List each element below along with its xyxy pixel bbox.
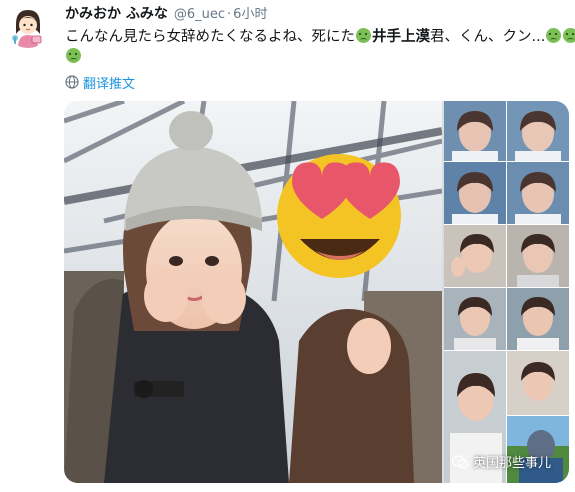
collage-tile — [507, 162, 569, 224]
translate-label: 翻译推文 — [83, 76, 136, 92]
collage-tile — [507, 416, 569, 483]
display-name[interactable]: かみおか ふみな — [65, 6, 168, 22]
globe-icon — [65, 75, 79, 89]
collage-tile — [507, 225, 569, 287]
translate-tweet-link[interactable]: 翻译推文 — [65, 73, 136, 92]
sick-face-emoji-icon — [563, 28, 575, 43]
watermark-text: 英国那些事儿 — [472, 456, 551, 471]
avatar[interactable] — [6, 4, 50, 48]
collage-tile — [507, 351, 569, 415]
main-photo[interactable] — [64, 101, 442, 483]
avatar-illustration — [6, 4, 50, 48]
tweet-text-suffix: 君、くん、クン... — [430, 29, 546, 45]
wechat-icon — [451, 454, 468, 468]
user-handle[interactable]: @6_uec — [174, 7, 225, 22]
separator-dot: · — [227, 7, 232, 22]
tweet-text-line-2 — [65, 47, 570, 67]
collage-tile — [507, 101, 569, 161]
timestamp[interactable]: 6小时 — [233, 7, 267, 22]
collage-tile — [444, 288, 506, 350]
sick-face-emoji-icon — [546, 28, 562, 43]
watermark: 英国那些事儿 — [451, 452, 551, 471]
collage-tile — [444, 162, 506, 224]
sick-face-emoji-icon — [66, 48, 81, 63]
tweet-card[interactable]: かみおか ふみな @6_uec · 6小时 こんなん見たら女辞めたくなるよね、死にた 井… — [0, 0, 575, 492]
collage-tile — [444, 225, 506, 287]
tweet-text-prefix: こんなん見たら女辞めたくなるよね、死にた — [65, 29, 355, 45]
tweet-text-line-1: こんなん見たら女辞めたくなるよね、死にた 井手上漠君、くん、クン... — [65, 27, 575, 47]
tweet-header: かみおか ふみな @6_uec · 6小时 — [65, 5, 267, 23]
tweet-media[interactable]: stagra 英国那些事儿 — [64, 101, 569, 483]
sick-face-emoji-icon — [356, 28, 371, 43]
tweet-text-bold-name: 井手上漠 — [372, 29, 430, 45]
collage-tile — [444, 101, 506, 161]
collage-tile — [507, 288, 569, 350]
tweet-text: こんなん見たら女辞めたくなるよね、死にた 井手上漠君、くん、クン... — [65, 27, 575, 67]
photo-collage[interactable]: stagra — [444, 101, 569, 483]
